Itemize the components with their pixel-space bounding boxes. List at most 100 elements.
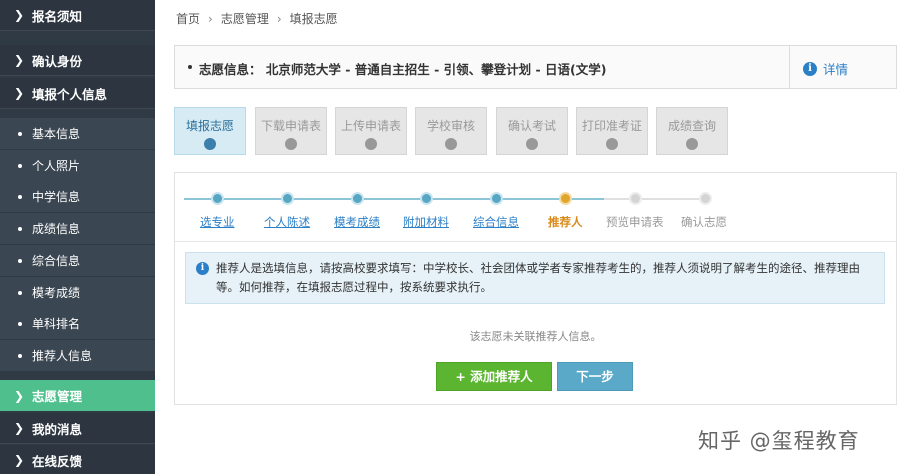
sidebar-section-personal-info[interactable]: ❯ 填报个人信息 bbox=[0, 78, 155, 109]
sidebar-item-subject-rank[interactable]: 单科排名 bbox=[0, 308, 155, 339]
progress-step-materials[interactable]: 附加材料 bbox=[403, 214, 449, 230]
info-icon: i bbox=[803, 61, 817, 76]
sidebar-section-notice[interactable]: ❯ 报名须知 bbox=[0, 0, 155, 31]
sidebar: ❯ 报名须知 ❯ 确认身份 ❯ 填报个人信息 基本信息 个人照片 中学信息 成绩… bbox=[0, 0, 155, 474]
lock-circle-icon bbox=[365, 138, 377, 150]
sidebar-section-feedback[interactable]: ❯ 在线反馈 bbox=[0, 445, 155, 474]
info-icon: i bbox=[196, 262, 209, 275]
sidebar-item-label: 单科排名 bbox=[32, 317, 81, 331]
chevron-right-icon: ❯ bbox=[14, 453, 25, 467]
tab-download-form[interactable]: 下载申请表 bbox=[255, 107, 327, 155]
sidebar-section-label: 确认身份 bbox=[32, 53, 83, 69]
breadcrumb-application[interactable]: 志愿管理 bbox=[221, 10, 269, 27]
sidebar-item-photo[interactable]: 个人照片 bbox=[0, 150, 155, 181]
sidebar-item-school-info[interactable]: 中学信息 bbox=[0, 181, 155, 212]
arrow-circle-icon bbox=[204, 138, 216, 150]
sidebar-item-referee[interactable]: 推荐人信息 bbox=[0, 340, 155, 371]
tab-score-query[interactable]: 成绩查询 bbox=[656, 107, 728, 155]
divider bbox=[175, 241, 896, 242]
lock-circle-icon bbox=[686, 138, 698, 150]
progress-step-referee: 推荐人 bbox=[548, 215, 583, 229]
progress-dot-mock bbox=[351, 192, 364, 205]
chevron-right-icon: ❯ bbox=[14, 421, 25, 435]
breadcrumb-home[interactable]: 首页 bbox=[176, 10, 200, 27]
sidebar-section-messages[interactable]: ❯ 我的消息 bbox=[0, 413, 155, 444]
watermark: 知乎 @玺程教育 bbox=[698, 429, 860, 453]
sidebar-item-label: 模考成绩 bbox=[32, 286, 81, 300]
sidebar-item-label: 个人照片 bbox=[32, 159, 81, 173]
add-referee-button[interactable]: + 添加推荐人 bbox=[436, 362, 552, 391]
tab-fill-application[interactable]: 填报志愿 bbox=[174, 107, 246, 155]
bullet-icon bbox=[18, 321, 22, 326]
progress-dot-preview bbox=[629, 192, 642, 205]
chevron-right-icon: ❯ bbox=[14, 86, 25, 100]
lock-circle-icon bbox=[606, 138, 618, 150]
sidebar-section-application[interactable]: ❯ 志愿管理 bbox=[0, 380, 155, 411]
chevron-right-icon: ❯ bbox=[14, 8, 25, 22]
sidebar-item-grades[interactable]: 成绩信息 bbox=[0, 213, 155, 244]
chevron-right-icon: ❯ bbox=[14, 388, 25, 403]
sidebar-section-confirm-identity[interactable]: ❯ 确认身份 bbox=[0, 45, 155, 76]
tab-label: 上传申请表 bbox=[340, 119, 401, 133]
tab-upload-form[interactable]: 上传申请表 bbox=[335, 107, 407, 155]
tab-label: 学校审核 bbox=[426, 119, 475, 133]
bullet-icon bbox=[18, 258, 22, 263]
progress-dot-confirm bbox=[699, 192, 712, 205]
sidebar-section-label: 填报个人信息 bbox=[32, 86, 108, 102]
progress-dot-statement bbox=[281, 192, 294, 205]
tab-school-review[interactable]: 学校审核 bbox=[415, 107, 487, 155]
tab-label: 确认考试 bbox=[507, 119, 556, 133]
progress-line-done bbox=[184, 198, 604, 200]
bullet-icon bbox=[18, 194, 22, 199]
next-step-button[interactable]: 下一步 bbox=[557, 362, 633, 391]
sidebar-item-basic-info[interactable]: 基本信息 bbox=[0, 118, 155, 149]
progress-dot-comprehensive bbox=[490, 192, 503, 205]
chevron-right-icon: › bbox=[208, 11, 213, 26]
progress-step-major[interactable]: 选专业 bbox=[200, 214, 235, 230]
app-root: ❯ 报名须知 ❯ 确认身份 ❯ 填报个人信息 基本信息 个人照片 中学信息 成绩… bbox=[0, 0, 913, 474]
sidebar-item-mock-exam[interactable]: 模考成绩 bbox=[0, 277, 155, 308]
lock-circle-icon bbox=[445, 138, 457, 150]
sidebar-item-label: 基本信息 bbox=[32, 127, 81, 141]
progress-step-confirm: 确认志愿 bbox=[681, 215, 727, 229]
detail-link[interactable]: i 详情 bbox=[803, 59, 848, 78]
sidebar-item-comprehensive[interactable]: 综合信息 bbox=[0, 245, 155, 276]
tab-label: 成绩查询 bbox=[667, 119, 716, 133]
application-info-text: 志愿信息： 北京师范大学 - 普通自主招生 - 引领、攀登计划 - 日语(文学) bbox=[199, 62, 607, 77]
breadcrumb-current: 填报志愿 bbox=[289, 12, 338, 26]
lock-circle-icon bbox=[285, 138, 297, 150]
bullet-icon bbox=[18, 353, 22, 358]
empty-referee-message: 该志愿未关联推荐人信息。 bbox=[469, 330, 602, 343]
progress-dot-referee bbox=[559, 192, 572, 205]
progress-step-preview: 预览申请表 bbox=[606, 215, 664, 229]
chevron-right-icon: ❯ bbox=[14, 53, 25, 67]
bullet-icon bbox=[18, 131, 22, 136]
sidebar-item-label: 成绩信息 bbox=[32, 222, 81, 236]
tab-confirm-exam[interactable]: 确认考试 bbox=[496, 107, 568, 155]
bullet-icon bbox=[18, 163, 22, 168]
progress-step-comprehensive[interactable]: 综合信息 bbox=[473, 214, 519, 230]
progress-step-mock[interactable]: 模考成绩 bbox=[334, 214, 380, 230]
chevron-right-icon: › bbox=[276, 11, 282, 26]
bullet-icon bbox=[18, 290, 22, 295]
referee-notice: i 推荐人是选填信息，请按高校要求填写：中学校长、社会团体或学者专家推荐考生的，… bbox=[185, 252, 885, 304]
sidebar-item-label: 中学信息 bbox=[32, 190, 81, 204]
progress-step-statement[interactable]: 个人陈述 bbox=[264, 214, 310, 230]
progress-dot-materials bbox=[420, 192, 433, 205]
progress-dot-major bbox=[211, 192, 224, 205]
sidebar-section-label: 我的消息 bbox=[32, 421, 83, 437]
sidebar-section-label: 志愿管理 bbox=[32, 389, 83, 404]
sidebar-section-label: 报名须知 bbox=[32, 8, 83, 24]
breadcrumb: 首页 › 志愿管理 › 填报志愿 bbox=[176, 10, 338, 27]
tab-label: 打印准考证 bbox=[581, 119, 642, 133]
sidebar-item-label: 推荐人信息 bbox=[32, 349, 93, 363]
detail-label: 详情 bbox=[823, 62, 849, 77]
tab-label: 下载申请表 bbox=[260, 119, 321, 133]
tab-print-ticket[interactable]: 打印准考证 bbox=[576, 107, 648, 155]
sidebar-section-label: 在线反馈 bbox=[32, 453, 83, 469]
progress-line-todo bbox=[604, 198, 704, 200]
sidebar-item-label: 综合信息 bbox=[32, 254, 81, 268]
tab-label: 填报志愿 bbox=[185, 119, 234, 133]
bullet-icon bbox=[188, 65, 192, 69]
notice-text: 推荐人是选填信息，请按高校要求填写：中学校长、社会团体或学者专家推荐考生的，推荐… bbox=[216, 261, 860, 294]
